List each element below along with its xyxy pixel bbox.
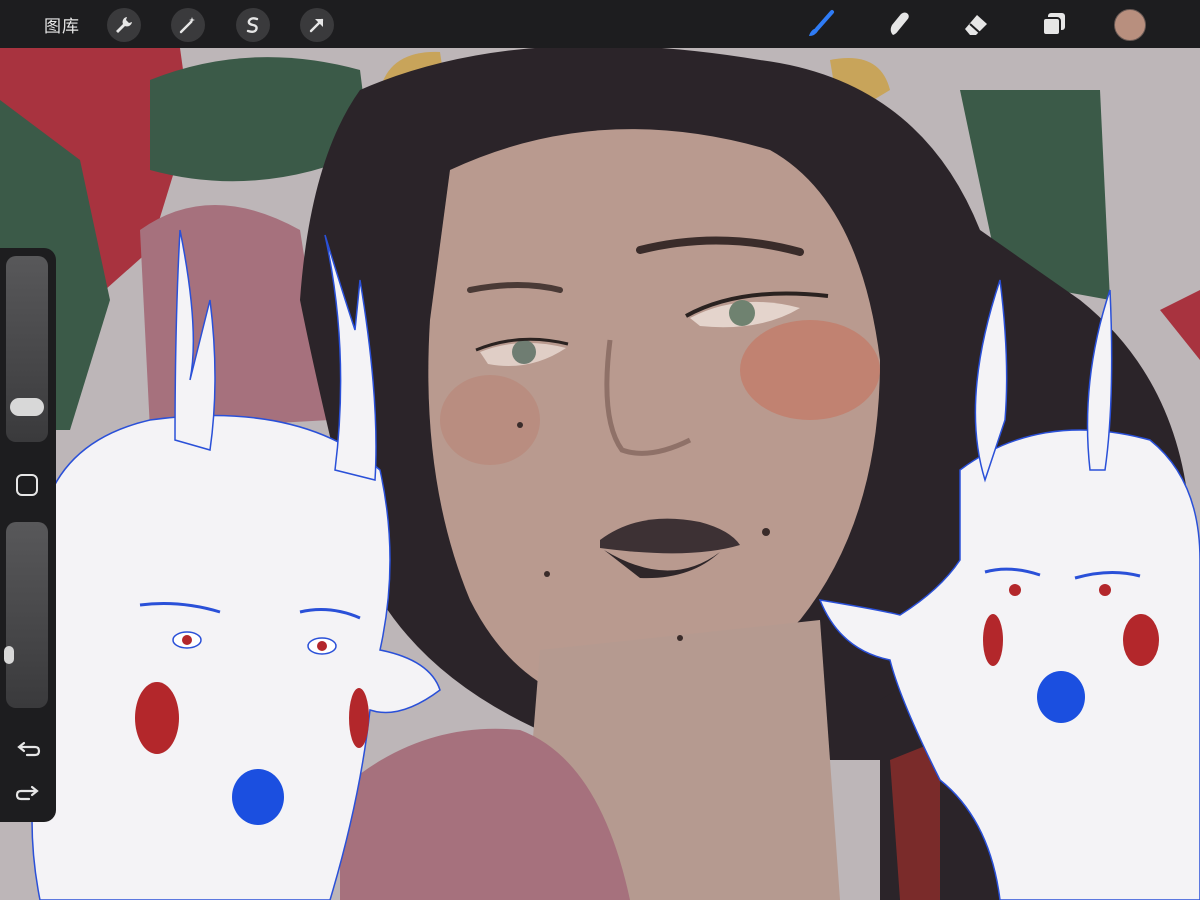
- opacity-slider-thumb[interactable]: [4, 646, 14, 664]
- opacity-slider[interactable]: [4, 522, 48, 708]
- magic-wand-icon[interactable]: [171, 8, 205, 42]
- modify-button[interactable]: [16, 474, 38, 496]
- wrench-icon[interactable]: [107, 8, 141, 42]
- undo-icon[interactable]: [14, 738, 42, 762]
- selection-icon[interactable]: [236, 8, 270, 42]
- brush-size-slider-thumb[interactable]: [10, 398, 44, 416]
- transform-arrow-icon[interactable]: [300, 8, 334, 42]
- eraser-icon[interactable]: [958, 6, 994, 42]
- color-picker-swatch[interactable]: [1114, 9, 1146, 41]
- redo-icon[interactable]: [14, 782, 42, 806]
- layers-icon[interactable]: [1036, 6, 1072, 42]
- brush-size-slider[interactable]: [6, 256, 48, 442]
- artwork: [0, 0, 1200, 900]
- left-sidebar: [0, 248, 56, 822]
- smudge-icon[interactable]: [880, 6, 916, 42]
- brush-icon[interactable]: [802, 6, 838, 42]
- gallery-button[interactable]: 图库: [44, 12, 80, 37]
- top-toolbar: 图库: [0, 0, 1200, 48]
- drawing-canvas[interactable]: [0, 0, 1200, 900]
